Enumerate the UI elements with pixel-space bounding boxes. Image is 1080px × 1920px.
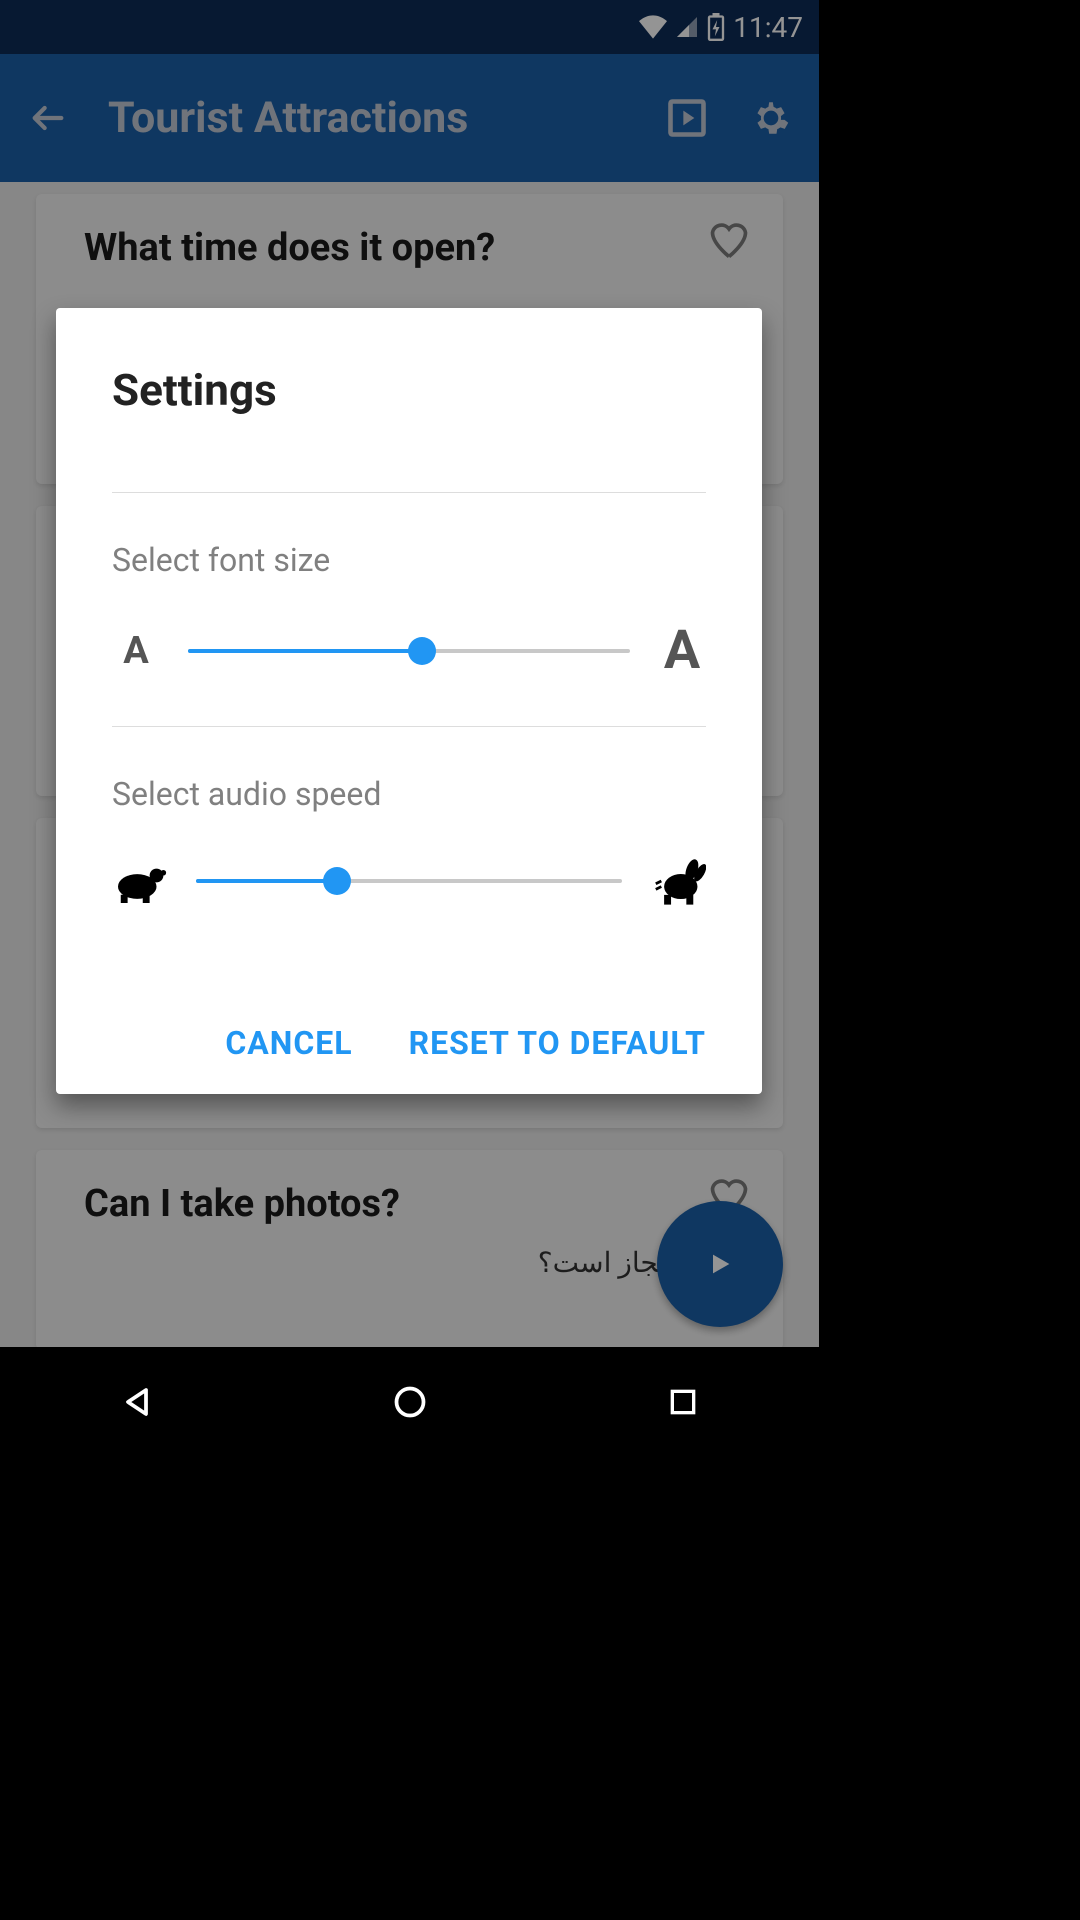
rabbit-icon bbox=[650, 853, 706, 909]
small-a-icon: A bbox=[112, 629, 160, 673]
navigation-bar bbox=[0, 1347, 819, 1456]
dialog-title: Settings bbox=[112, 364, 706, 416]
divider bbox=[112, 726, 706, 727]
audio-speed-label: Select audio speed bbox=[112, 775, 706, 813]
big-a-icon: A bbox=[658, 619, 706, 682]
turtle-icon bbox=[112, 853, 168, 909]
nav-recent-button[interactable] bbox=[623, 1372, 743, 1432]
audio-speed-row bbox=[112, 853, 706, 909]
audio-speed-slider[interactable] bbox=[196, 869, 622, 893]
settings-dialog: Settings Select font size A A Select aud… bbox=[56, 308, 762, 1094]
dialog-actions: CANCEL RESET TO DEFAULT bbox=[112, 976, 706, 1062]
divider bbox=[112, 492, 706, 493]
reset-button[interactable]: RESET TO DEFAULT bbox=[409, 1024, 706, 1062]
nav-home-button[interactable] bbox=[350, 1372, 470, 1432]
font-size-label: Select font size bbox=[112, 541, 706, 579]
cancel-button[interactable]: CANCEL bbox=[225, 1024, 352, 1062]
font-size-row: A A bbox=[112, 619, 706, 682]
nav-back-button[interactable] bbox=[77, 1372, 197, 1432]
font-size-slider[interactable] bbox=[188, 639, 630, 663]
